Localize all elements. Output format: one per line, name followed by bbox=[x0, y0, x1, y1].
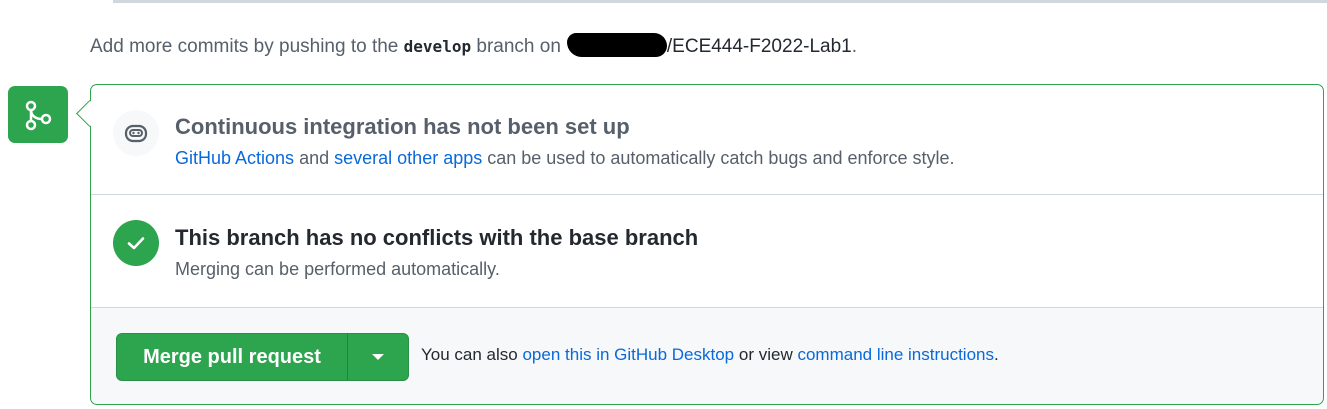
ci-desc-and: and bbox=[299, 148, 330, 168]
redacted-owner bbox=[566, 33, 667, 57]
also-period: . bbox=[994, 345, 999, 364]
conflicts-section: This branch has no conflicts with the ba… bbox=[91, 196, 1323, 308]
conflicts-title: This branch has no conflicts with the ba… bbox=[175, 225, 699, 250]
git-merge-icon bbox=[8, 86, 68, 143]
ci-status-description: GitHub Actions and several other apps ca… bbox=[175, 148, 955, 169]
merge-options-dropdown[interactable] bbox=[348, 334, 408, 380]
push-hint: Add more commits by pushing to the devel… bbox=[90, 33, 857, 58]
github-actions-link[interactable]: GitHub Actions bbox=[175, 148, 294, 168]
check-circle-icon bbox=[113, 220, 159, 266]
ci-status-title: Continuous integration has not been set … bbox=[175, 114, 630, 139]
open-in-desktop-link[interactable]: open this in GitHub Desktop bbox=[522, 345, 734, 364]
conflicts-description: Merging can be performed automatically. bbox=[175, 259, 500, 279]
merge-button-group: Merge pull request bbox=[116, 333, 409, 381]
merge-alternatives: You can also open this in GitHub Desktop… bbox=[421, 345, 999, 365]
ci-robot-icon bbox=[113, 110, 159, 156]
or-view-text: or view bbox=[738, 345, 793, 364]
timeline-divider bbox=[113, 0, 1327, 3]
also-prefix: You can also bbox=[421, 345, 518, 364]
merge-pull-request-button[interactable]: Merge pull request bbox=[117, 334, 348, 380]
merge-actions-section: Merge pull request You can also open thi… bbox=[91, 308, 1323, 404]
ci-status-section: Continuous integration has not been set … bbox=[91, 85, 1323, 195]
push-hint-prefix: Add more commits by pushing to the bbox=[90, 36, 399, 57]
branch-name: develop bbox=[403, 37, 472, 56]
push-hint-suffix: . bbox=[851, 36, 858, 57]
push-hint-middle: branch on bbox=[476, 36, 561, 57]
merge-box: Continuous integration has not been set … bbox=[90, 84, 1324, 405]
other-apps-link[interactable]: several other apps bbox=[334, 148, 482, 168]
ci-desc-rest: can be used to automatically catch bugs … bbox=[487, 148, 955, 168]
repo-name: /ECE444-F2022-Lab1 bbox=[666, 36, 852, 57]
command-line-instructions-link[interactable]: command line instructions bbox=[797, 345, 994, 364]
triangle-down-icon bbox=[372, 354, 384, 360]
